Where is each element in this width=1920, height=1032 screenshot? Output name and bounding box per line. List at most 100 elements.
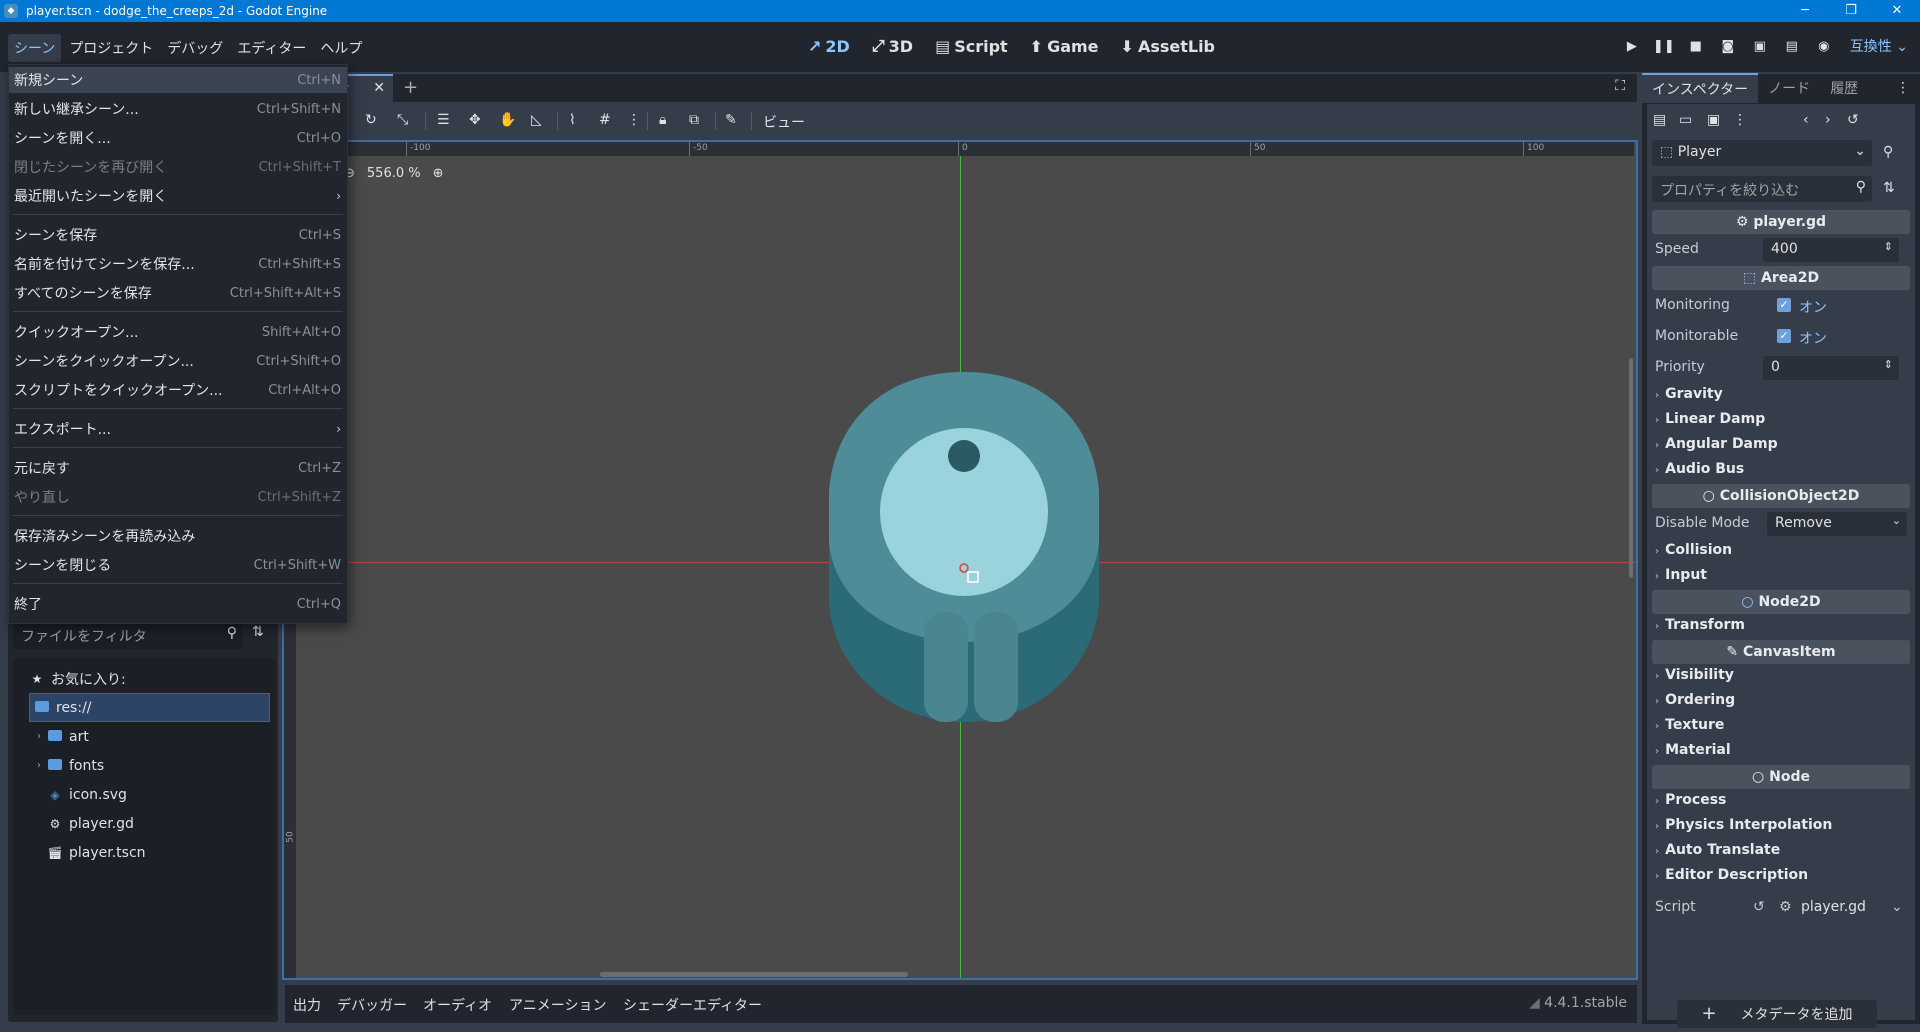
menu-item-save-scene[interactable]: シーンを保存 Ctrl+S — [9, 222, 347, 248]
sort-icon[interactable]: ⇅ — [252, 624, 264, 640]
group-editor-description[interactable]: › Editor Description — [1655, 867, 1808, 883]
menu-item-reload-saved-scene[interactable]: 保存済みシーンを再読み込み — [9, 523, 347, 549]
play-custom-scene-icon[interactable]: ▤ — [1782, 36, 1802, 56]
group-gravity[interactable]: › Gravity — [1655, 386, 1723, 402]
filter-options-icon[interactable]: ⇅ — [1883, 180, 1895, 196]
group-angular-damp[interactable]: › Angular Damp — [1655, 436, 1778, 452]
tree-item-res[interactable]: res:// — [29, 693, 270, 722]
canvas-viewport[interactable]: -100 -50 0 50 100 50 ⊖ 556.0 % ⊕ — [282, 140, 1638, 980]
fullscreen-icon[interactable]: ⛶ — [1615, 78, 1625, 94]
zoom-reset-button[interactable]: 556.0 % — [367, 166, 421, 181]
menu-scene[interactable]: シーン — [8, 34, 62, 62]
vertical-scrollbar[interactable] — [1629, 358, 1633, 578]
list-select-icon[interactable]: ☰ — [437, 112, 450, 128]
workspace-script[interactable]: ▤ Script — [935, 36, 1008, 56]
tree-item-player-tscn[interactable]: 🎬︎ player.tscn — [13, 838, 275, 867]
minimize-button[interactable]: ─ — [1782, 0, 1828, 22]
group-material[interactable]: › Material — [1655, 742, 1731, 758]
player-sprite[interactable] — [804, 342, 1124, 722]
menu-item-close-scene[interactable]: シーンを閉じる Ctrl+Shift+W — [9, 552, 347, 578]
new-resource-icon[interactable]: ▤ — [1653, 112, 1666, 128]
add-metadata-button[interactable]: + メタデータを追加 — [1677, 1000, 1877, 1028]
group-auto-translate[interactable]: › Auto Translate — [1655, 842, 1780, 858]
menu-item-quit[interactable]: 終了 Ctrl+Q — [9, 591, 347, 617]
menu-item-undo[interactable]: 元に戻す Ctrl+Z — [9, 455, 347, 481]
menu-item-save-scene-as[interactable]: 名前を付けてシーンを保存... Ctrl+Shift+S — [9, 251, 347, 277]
grid-snap-icon[interactable]: # — [599, 112, 611, 128]
menu-project[interactable]: プロジェクト — [63, 34, 159, 62]
chevron-down-icon[interactable]: ⌄ — [1891, 899, 1903, 915]
smart-snap-icon[interactable]: ⌇ — [569, 112, 576, 128]
object-history-icon[interactable]: ↺ — [1847, 112, 1859, 128]
group-input[interactable]: › Input — [1655, 567, 1707, 583]
property-filter-input[interactable]: プロパティを絞り込む ⚲ — [1652, 176, 1872, 202]
group-visibility[interactable]: › Visibility — [1655, 667, 1734, 683]
menu-item-new-scene[interactable]: 新規シーン Ctrl+N — [9, 67, 347, 93]
section-player-script[interactable]: ⚙ player.gd — [1652, 210, 1910, 234]
workspace-2d[interactable]: ↗ 2D — [808, 36, 850, 56]
workspace-assetlib[interactable]: ⬇ AssetLib — [1121, 36, 1215, 56]
tree-item-art[interactable]: › art — [13, 722, 275, 751]
section-canvasitem[interactable]: ✎ CanvasItem — [1652, 640, 1910, 664]
skeleton-icon[interactable]: ✎ — [725, 112, 737, 128]
tree-item-icon-svg[interactable]: ◈ icon.svg — [13, 780, 275, 809]
tab-animation[interactable]: アニメーション — [509, 995, 606, 1015]
tree-item-fonts[interactable]: › fonts — [13, 751, 275, 780]
spin-icon[interactable]: ⇕ — [1884, 240, 1893, 253]
tree-item-player-gd[interactable]: ⚙ player.gd — [13, 809, 275, 838]
remote-debug-icon[interactable]: ◙ — [1718, 36, 1738, 56]
tab-history[interactable]: 履歴 — [1820, 74, 1868, 102]
workspace-3d[interactable]: ⤢ 3D — [872, 36, 913, 56]
play-scene-icon[interactable]: ▣ — [1750, 36, 1770, 56]
pivot-icon[interactable]: ✥ — [469, 112, 481, 128]
play-icon[interactable]: ▶ — [1622, 36, 1642, 56]
monitoring-checkbox[interactable]: ✓ — [1777, 298, 1791, 312]
menu-item-export[interactable]: エクスポート... › — [9, 416, 347, 442]
open-folder-icon[interactable]: ▭ — [1679, 112, 1692, 128]
group-texture[interactable]: › Texture — [1655, 717, 1724, 733]
view-menu-button[interactable]: ビュー — [763, 112, 805, 132]
horizontal-scrollbar[interactable] — [600, 972, 908, 977]
menu-item-open-scene[interactable]: シーンを開く... Ctrl+O — [9, 125, 347, 151]
clear-script-icon[interactable]: ↺ — [1753, 899, 1765, 915]
add-tab-icon[interactable]: + — [403, 77, 418, 98]
group-linear-damp[interactable]: › Linear Damp — [1655, 411, 1765, 427]
menu-debug[interactable]: デバッグ — [161, 34, 229, 62]
tab-audio[interactable]: オーディオ — [423, 995, 492, 1015]
speed-input[interactable]: 400 ⇕ — [1763, 238, 1899, 262]
group-process[interactable]: › Process — [1655, 792, 1726, 808]
more-options-icon[interactable]: ⋮ — [1733, 112, 1747, 128]
group-audio-bus[interactable]: › Audio Bus — [1655, 461, 1744, 477]
stop-icon[interactable]: ■ — [1686, 36, 1706, 56]
tab-inspector[interactable]: インスペクター — [1642, 73, 1759, 103]
section-node2d[interactable]: ○ Node2D — [1652, 590, 1910, 614]
script-value[interactable]: player.gd — [1801, 899, 1866, 915]
history-back-icon[interactable]: ‹ — [1803, 112, 1809, 128]
menu-help[interactable]: ヘルプ — [314, 34, 368, 62]
save-icon[interactable]: ▣ — [1707, 112, 1720, 128]
lock-icon[interactable]: 🔒︎ — [659, 112, 666, 128]
menu-item-quick-open-scene[interactable]: シーンをクイックオープン... Ctrl+Shift+O — [9, 348, 347, 374]
pan-icon[interactable]: ✋ — [499, 112, 516, 128]
menu-editor[interactable]: エディター — [231, 34, 312, 62]
dock-menu-icon[interactable]: ⋮ — [1896, 80, 1910, 96]
spin-icon[interactable]: ⇕ — [1884, 358, 1893, 371]
group-icon[interactable]: ⧉ — [689, 112, 699, 128]
section-collisionobject2d[interactable]: ○ CollisionObject2D — [1652, 484, 1910, 508]
group-transform[interactable]: › Transform — [1655, 617, 1745, 633]
movie-maker-icon[interactable]: ◉ — [1814, 36, 1834, 56]
open-docs-icon[interactable]: ⚲ — [1883, 144, 1893, 160]
maximize-button[interactable]: ❐ — [1828, 0, 1874, 22]
renderer-select[interactable]: 互換性 ⌄ — [1850, 36, 1908, 56]
menu-item-save-all-scenes[interactable]: すべてのシーンを保存 Ctrl+Shift+Alt+S — [9, 280, 347, 306]
tab-debugger[interactable]: デバッガー — [337, 995, 407, 1015]
favorites-row[interactable]: ★ お気に入り: — [13, 664, 275, 693]
snap-options-icon[interactable]: ⋮ — [627, 112, 641, 128]
file-filter-input[interactable]: ファイルをフィルタ ⚲ — [13, 621, 243, 649]
node-selector[interactable]: ⬚ Player ⌄ — [1652, 140, 1872, 166]
workspace-game[interactable]: ⬆ Game — [1030, 36, 1099, 56]
group-physics-interpolation[interactable]: › Physics Interpolation — [1655, 817, 1832, 833]
section-node[interactable]: ○ Node — [1652, 765, 1910, 789]
pause-icon[interactable]: ❚❚ — [1653, 36, 1675, 56]
close-icon[interactable]: ✕ — [373, 80, 385, 96]
